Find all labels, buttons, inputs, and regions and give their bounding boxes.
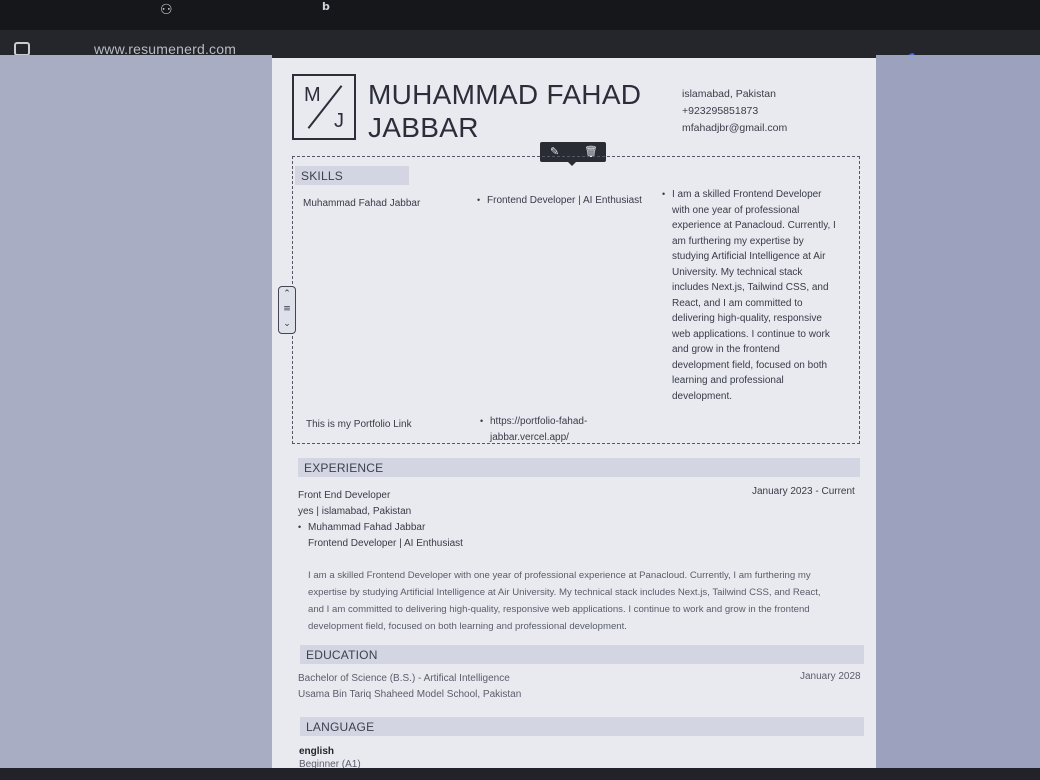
resume-name[interactable]: MUHAMMAD FAHAD JABBAR [368, 78, 641, 144]
portfolio-label: This is my Portfolio Link [306, 419, 412, 430]
language-heading[interactable]: LANGUAGE [300, 717, 864, 736]
app-icon[interactable]: ⚇ [160, 2, 173, 18]
editor-background-left [0, 55, 272, 770]
section-move-handle[interactable]: ⌃ ≡ ⌄ [278, 286, 296, 334]
portfolio-link-line-2: jabbar.vercel.app/ [490, 431, 569, 443]
experience-summary-line: and I am committed to delivering high-qu… [308, 604, 810, 615]
contact-email: mfahadjbr@gmail.com [682, 122, 788, 134]
skill-description-line: development field, focused on both [672, 359, 828, 371]
skill-description-line: React, and I am committed to [672, 297, 803, 309]
experience-title: Front End Developer [298, 490, 391, 501]
education-degree: Bachelor of Science (B.S.) - Artifical I… [298, 673, 510, 684]
education-date: January 2028 [800, 671, 861, 682]
education-heading[interactable]: EDUCATION [300, 645, 864, 664]
editor-background-right [876, 55, 1040, 770]
skills-heading: SKILLS [295, 166, 409, 185]
name-line-1: MUHAMMAD FAHAD [368, 79, 642, 110]
experience-summary-line: development field, focused on both learn… [308, 621, 627, 632]
top-taskbar: ⚇ b [0, 0, 1040, 30]
skill-description-line: delivering high-quality, responsive [672, 313, 822, 324]
education-school: Usama Bin Tariq Shaheed Model School, Pa… [298, 689, 522, 700]
skill-description: I am a skilled Frontend Developer with on… [662, 187, 852, 404]
drag-icon[interactable]: ≡ [279, 302, 295, 317]
contact-location: islamabad, Pakistan [682, 88, 776, 100]
skill-description-line: studying Artificial Intelligence at Air [672, 251, 826, 262]
skill-description-line: University. My technical stack [672, 266, 803, 278]
skill-role: Frontend Developer | AI Enthusiast [477, 193, 642, 209]
contact-block[interactable]: islamabad, Pakistan +923295851873 mfahad… [682, 86, 787, 137]
experience-dates: January 2023 - Current [752, 486, 855, 497]
calendar-icon[interactable] [14, 42, 30, 56]
bottom-bezel [0, 768, 1040, 780]
experience-summary-line: expertise by studying Artificial Intelli… [308, 587, 821, 598]
experience-summary: I am a skilled Frontend Developer with o… [308, 567, 868, 635]
monogram-last: J [334, 110, 344, 132]
skill-description-line: I am a skilled Frontend Developer [672, 189, 822, 200]
contact-phone: +923295851873 [682, 105, 759, 117]
skill-name: Muhammad Fahad Jabbar [303, 198, 421, 209]
b-icon[interactable]: b [322, 0, 330, 13]
move-down-icon[interactable]: ⌄ [279, 317, 295, 332]
skill-description-line: learning and professional [672, 375, 784, 386]
experience-heading[interactable]: EXPERIENCE [298, 458, 860, 477]
portfolio-link[interactable]: https://portfolio-fahad- jabbar.vercel.a… [480, 414, 588, 445]
skill-description-line: with one year of professional [672, 204, 800, 216]
experience-location: yes | islamabad, Pakistan [298, 506, 412, 517]
experience-summary-line: I am a skilled Frontend Developer with o… [308, 570, 811, 581]
resume-page: M J MUHAMMAD FAHAD JABBAR islamabad, Pak… [272, 58, 876, 770]
skill-description-line: includes Next.js, Tailwind CSS, and [672, 282, 829, 293]
skill-description-line: development. [672, 390, 733, 402]
skill-description-line: am furthering my expertise by [672, 235, 804, 247]
experience-bullet-line-2: Frontend Developer | AI Enthusiast [308, 537, 463, 549]
skill-description-line: experience at Panacloud. Currently, I [672, 220, 836, 231]
skill-description-line: web applications. I continue to work [672, 328, 830, 340]
monogram-first: M [304, 84, 321, 106]
portfolio-link-line-1: https://portfolio-fahad- [490, 416, 588, 427]
experience-bullet-line-1: Muhammad Fahad Jabbar [308, 522, 426, 533]
move-up-icon[interactable]: ⌃ [279, 287, 295, 302]
skill-description-line: and grow in the frontend [672, 344, 780, 355]
name-line-2: JABBAR [368, 112, 479, 143]
monogram-logo: M J [292, 74, 356, 140]
experience-bullet: Muhammad Fahad Jabbar Frontend Developer… [298, 520, 463, 551]
